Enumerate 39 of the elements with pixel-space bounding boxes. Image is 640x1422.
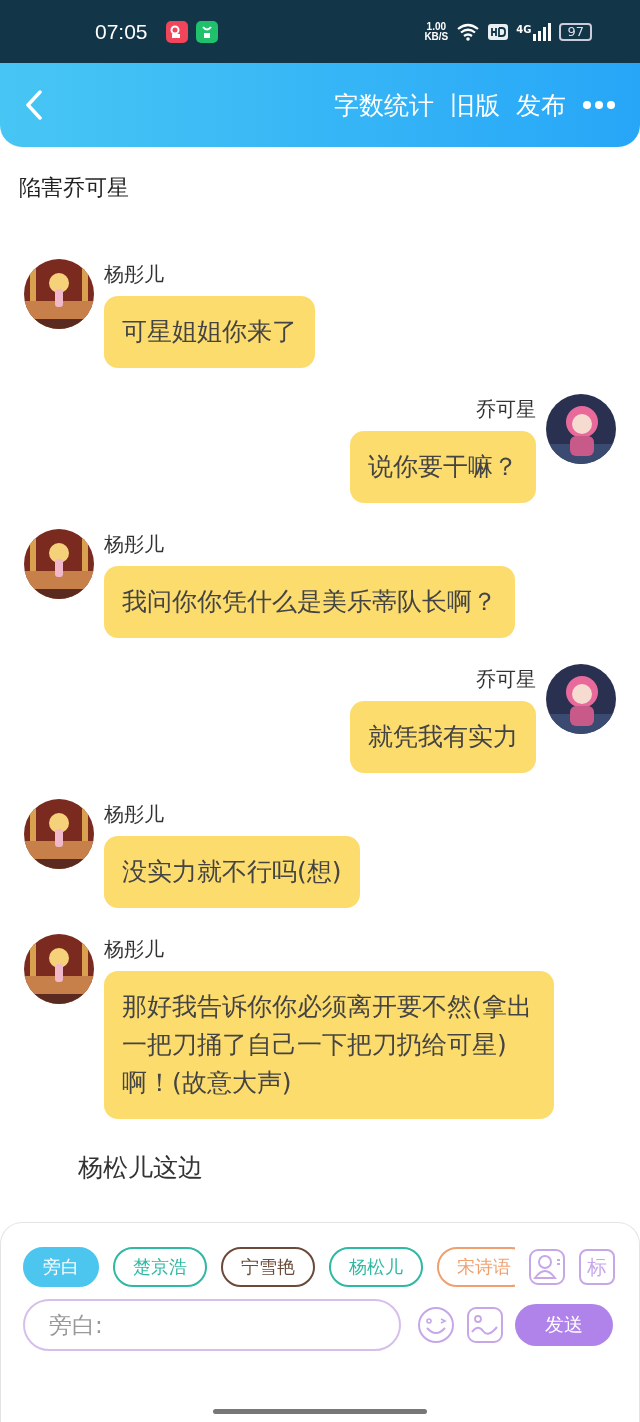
emoji-icon[interactable] xyxy=(417,1306,455,1344)
message-bubble: 我问你你凭什么是美乐蒂队长啊？ xyxy=(104,566,515,638)
role-chip[interactable]: 杨松儿 xyxy=(329,1247,423,1287)
message-bubble: 就凭我有实力 xyxy=(350,701,536,773)
header-action[interactable]: 字数统计 xyxy=(334,88,434,122)
story-title: 陷害乔可星 xyxy=(18,174,130,202)
message-bubble: 说你要干嘛？ xyxy=(350,431,536,503)
sender-name: 杨彤儿 xyxy=(104,261,164,288)
wifi-icon xyxy=(456,22,481,41)
network-type: 4G xyxy=(516,24,532,35)
sender-name: 乔可星 xyxy=(476,396,536,423)
header-action[interactable]: 发布 xyxy=(516,88,566,122)
signal-icon xyxy=(533,22,552,41)
tag-button[interactable]: 标 xyxy=(579,1249,615,1285)
more-icon[interactable] xyxy=(582,100,616,110)
sender-name: 杨彤儿 xyxy=(104,801,164,828)
network-speed: 1.00 KB/S xyxy=(424,21,449,42)
person-icon[interactable] xyxy=(529,1249,565,1285)
role-chip[interactable]: 旁白 xyxy=(23,1247,99,1287)
message-bubble: 可星姐姐你来了 xyxy=(104,296,315,368)
message-bubble: 那好我告诉你你必须离开要不然(拿出一把刀捅了自己一下把刀扔给可星)啊！(故意大声) xyxy=(104,971,554,1119)
battery-indicator: 97 xyxy=(559,22,592,41)
role-chip[interactable]: 宋诗语 xyxy=(437,1247,515,1287)
input-field[interactable]: 旁白: xyxy=(23,1299,401,1351)
header-action[interactable]: 旧版 xyxy=(450,88,500,122)
sender-name: 乔可星 xyxy=(476,666,536,693)
narration-text: 杨松儿这边 xyxy=(77,1152,204,1184)
send-button[interactable]: 发送 xyxy=(515,1304,613,1346)
bag-icon xyxy=(195,20,218,43)
message-bubble: 没实力就不行吗(想) xyxy=(104,836,360,908)
role-chip[interactable]: 宁雪艳 xyxy=(221,1247,315,1287)
sender-name: 杨彤儿 xyxy=(104,531,164,558)
back-icon[interactable] xyxy=(25,90,43,120)
role-chip[interactable]: 楚京浩 xyxy=(113,1247,207,1287)
hd-icon xyxy=(488,23,509,40)
status-time: 07:05 xyxy=(95,19,148,44)
image-icon[interactable] xyxy=(467,1307,503,1343)
sender-name: 杨彤儿 xyxy=(104,936,164,963)
app-icon xyxy=(165,20,188,43)
